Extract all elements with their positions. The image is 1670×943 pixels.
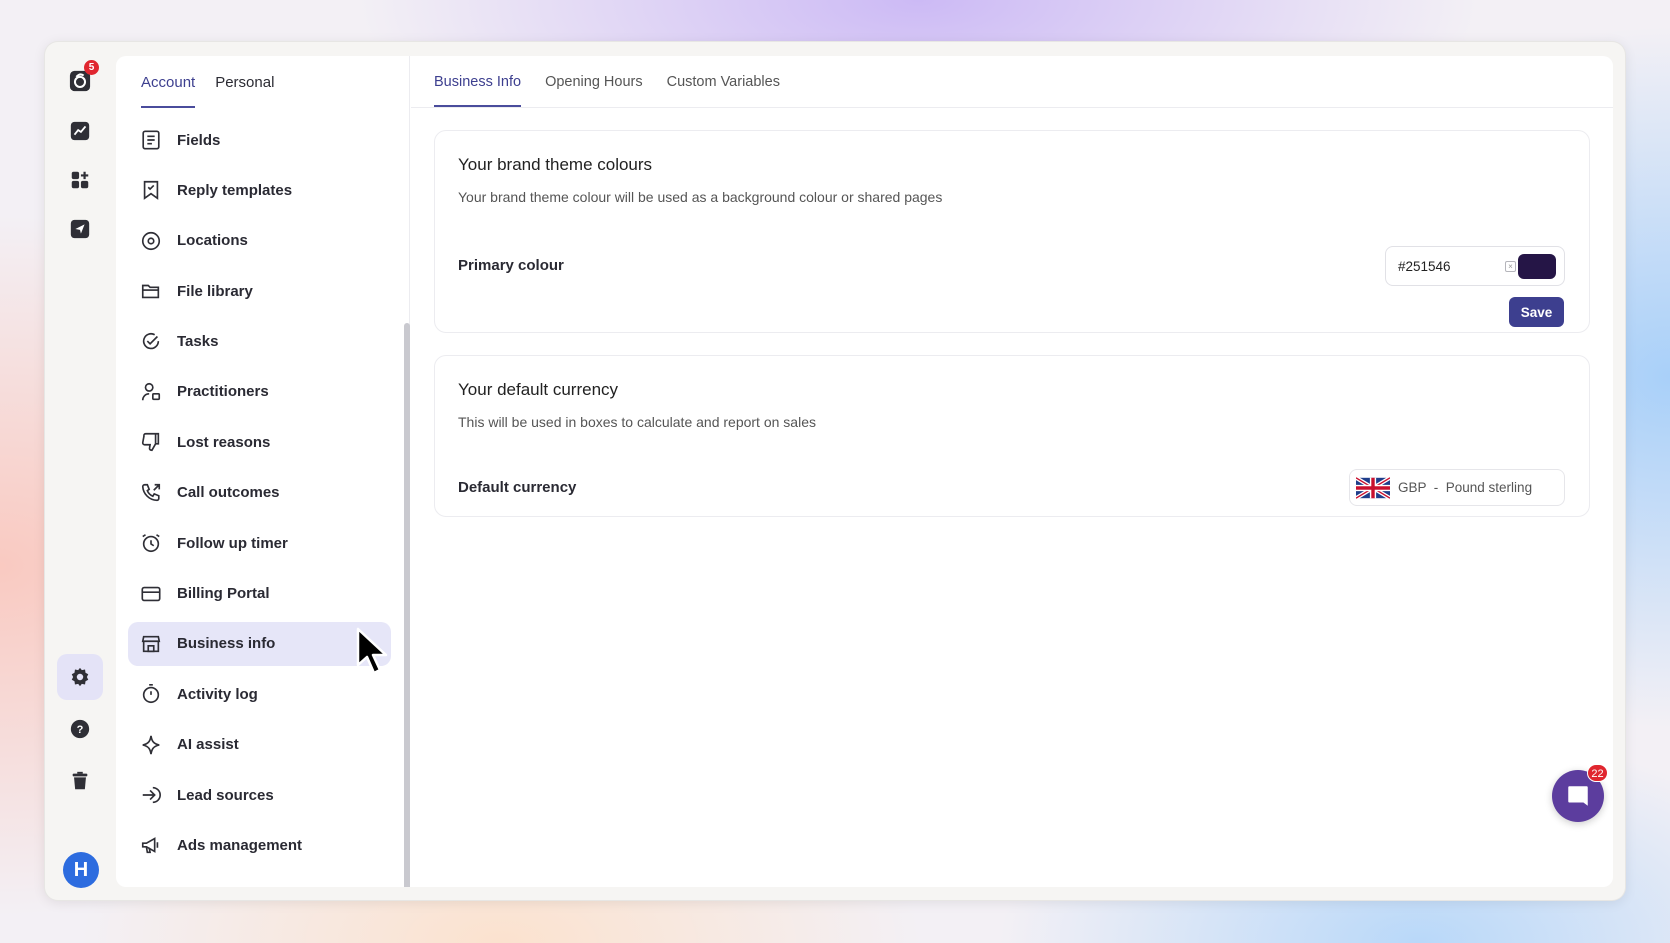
settings-nav: Account Personal Fields Reply templates	[116, 56, 410, 887]
chat-launcher-button[interactable]: 22	[1552, 764, 1608, 822]
check-circle-icon	[142, 332, 160, 349]
help-button[interactable]: ?	[57, 706, 103, 752]
stopwatch-icon	[142, 684, 160, 704]
notification-badge: 5	[84, 60, 99, 75]
store-icon	[141, 635, 161, 653]
clear-icon[interactable]: ×	[1505, 261, 1516, 272]
nav-item-label: Follow up timer	[177, 534, 288, 552]
nav-item-label: AI assist	[177, 736, 239, 754]
nav-item-label: Tasks	[177, 333, 219, 351]
svg-text:?: ?	[77, 724, 84, 736]
primary-colour-label: Primary colour	[458, 257, 564, 274]
analytics-icon	[70, 121, 90, 141]
sign-in-icon	[142, 786, 161, 804]
fields-icon	[142, 130, 160, 150]
currency-card-description: This will be used in boxes to calculate …	[458, 414, 816, 430]
chat-icon	[1568, 786, 1588, 806]
nav-item-lost-reasons[interactable]: Lost reasons	[128, 420, 391, 464]
location-pin-icon	[141, 231, 161, 250]
nav-item-file-library[interactable]: File library	[128, 269, 391, 313]
nav-item-label: File library	[177, 282, 253, 300]
analytics-button[interactable]	[57, 108, 103, 154]
brand-colours-card: Your brand theme colours Your brand them…	[434, 130, 1590, 333]
nav-item-ai-assist[interactable]: AI assist	[128, 723, 391, 767]
tab-account[interactable]: Account	[141, 74, 196, 108]
app-logo-button[interactable]: 5	[57, 58, 103, 104]
nav-item-lead-sources[interactable]: Lead sources	[128, 773, 391, 817]
nav-item-activity-log[interactable]: Activity log	[128, 672, 391, 716]
nav-item-label: Reply templates	[177, 181, 293, 199]
nav-item-fields[interactable]: Fields	[128, 118, 391, 162]
main-content: Business Info Opening Hours Custom Varia…	[411, 56, 1613, 887]
nav-item-label: Locations	[177, 232, 248, 250]
megaphone-icon	[141, 837, 159, 854]
nav-item-label: Ads management	[177, 836, 303, 854]
app-window: 5 ? H Account Personal Fields Reply temp…	[44, 41, 1626, 901]
content-panel: Account Personal Fields Reply templates	[116, 56, 1613, 887]
settings-icon	[71, 667, 89, 687]
nav-item-reply-templates[interactable]: Reply templates	[128, 168, 391, 212]
nav-item-label: Call outcomes	[177, 484, 280, 502]
tab-custom-variables[interactable]: Custom Variables	[667, 74, 780, 107]
primary-colour-field[interactable]: #251546 ×	[1385, 246, 1565, 286]
currency-selected-value: GBP - Pound sterling	[1398, 480, 1533, 495]
nav-item-call-outcomes[interactable]: Call outcomes	[128, 471, 391, 515]
save-button[interactable]: Save	[1509, 297, 1564, 327]
nav-item-follow-up-timer[interactable]: Follow up timer	[128, 521, 391, 565]
nav-item-locations[interactable]: Locations	[128, 219, 391, 263]
send-icon	[70, 219, 90, 239]
default-currency-label: Default currency	[458, 479, 577, 496]
apps-add-icon	[71, 171, 89, 189]
primary-colour-value: #251546	[1398, 258, 1451, 274]
tab-personal[interactable]: Personal	[215, 74, 274, 108]
chat-unread-badge: 22	[1587, 764, 1608, 782]
credit-card-icon	[141, 586, 161, 601]
nav-item-label: Lost reasons	[177, 433, 271, 451]
settings-nav-tabs: Account Personal	[116, 56, 409, 108]
nav-item-tasks[interactable]: Tasks	[128, 320, 391, 364]
nav-item-billing-portal[interactable]: Billing Portal	[128, 572, 391, 616]
uk-flag-icon	[1356, 476, 1390, 499]
help-icon: ?	[70, 719, 90, 739]
brand-card-title: Your brand theme colours	[458, 155, 653, 174]
user-badge-icon	[141, 382, 161, 401]
phone-outgoing-icon	[141, 483, 161, 501]
thumbs-down-icon	[141, 433, 160, 452]
settings-button[interactable]	[57, 654, 103, 700]
currency-select[interactable]: GBP - Pound sterling	[1349, 469, 1565, 506]
settings-nav-list: Fields Reply templates Locations File li…	[128, 118, 391, 874]
trash-button[interactable]	[57, 758, 103, 804]
nav-item-label: Business info	[177, 635, 276, 653]
main-tabs: Business Info Opening Hours Custom Varia…	[411, 56, 1613, 108]
nav-scrollbar[interactable]	[404, 323, 410, 887]
apps-button[interactable]	[57, 157, 103, 203]
brand-card-description: Your brand theme colour will be used as …	[458, 189, 943, 205]
nav-item-label: Fields	[177, 131, 221, 149]
nav-item-label: Practitioners	[177, 383, 269, 401]
nav-item-label: Activity log	[177, 685, 258, 703]
folder-icon	[141, 284, 160, 299]
mouse-cursor-icon	[356, 627, 388, 675]
sparkle-icon	[142, 735, 160, 754]
nav-item-practitioners[interactable]: Practitioners	[128, 370, 391, 414]
bookmark-icon	[143, 181, 159, 201]
nav-item-label: Lead sources	[177, 786, 274, 804]
nav-item-business-info[interactable]: Business info	[128, 621, 391, 666]
alarm-clock-icon	[142, 534, 160, 553]
currency-card-title: Your default currency	[458, 380, 619, 399]
colour-swatch[interactable]	[1518, 254, 1556, 279]
nav-item-ads-management[interactable]: Ads management	[128, 823, 391, 867]
trash-icon	[72, 771, 88, 790]
nav-item-label: Billing Portal	[177, 585, 270, 603]
default-currency-card: Your default currency This will be used …	[434, 355, 1590, 517]
left-rail: 5 ? H	[45, 42, 115, 900]
send-button[interactable]	[57, 206, 103, 252]
user-avatar[interactable]: H	[63, 852, 99, 888]
tab-business-info[interactable]: Business Info	[434, 74, 522, 107]
tab-opening-hours[interactable]: Opening Hours	[545, 74, 643, 107]
